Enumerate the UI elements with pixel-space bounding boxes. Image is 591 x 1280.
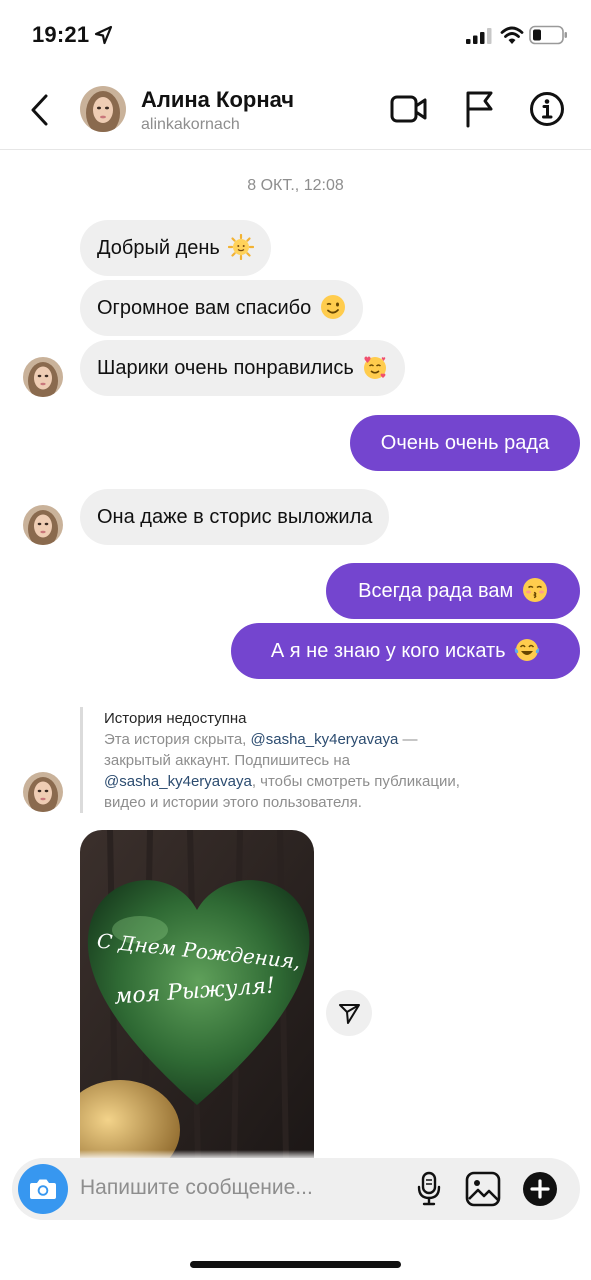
contact-avatar[interactable] [80, 86, 126, 132]
sender-avatar[interactable] [23, 505, 63, 545]
report-flag-icon[interactable] [464, 90, 494, 128]
send-icon [339, 1004, 360, 1024]
message-bubble[interactable]: Добрый день [80, 220, 272, 276]
battery-icon [529, 25, 567, 45]
message-bubble[interactable]: Огромное вам спасибо [80, 280, 363, 336]
message-timestamp: 8 ОКТ., 12:08 [247, 177, 344, 194]
location-arrow-icon [94, 25, 113, 45]
home-indicator[interactable] [190, 1261, 401, 1268]
video-call-icon[interactable] [390, 92, 428, 126]
shared-photo[interactable]: С Днем Рождения, моя Рыжуля! [80, 830, 314, 1160]
sender-avatar[interactable] [23, 772, 63, 812]
info-icon[interactable] [529, 91, 565, 127]
share-photo-button[interactable] [326, 990, 372, 1036]
kissing-face-emoji [522, 577, 547, 602]
tears-of-joy-emoji [514, 638, 540, 661]
story-text-part: Эта история скрыта, [104, 731, 251, 748]
sender-avatar[interactable] [23, 357, 63, 397]
message-input[interactable]: Напишите сообщение... [80, 1176, 313, 1200]
back-arrow-icon[interactable] [28, 92, 52, 128]
message-bubble-own[interactable]: Очень очень рада [350, 415, 580, 471]
chat-header: Алина Корнач alinkakornach [0, 70, 591, 150]
signal-icon [466, 28, 492, 44]
story-text-part: видео и истории этого пользователя. [104, 794, 362, 811]
camera-icon [30, 1179, 56, 1199]
contact-username[interactable]: alinkakornach [141, 116, 240, 134]
story-unavailable-text: Эта история скрыта, @sasha_ky4eryavaya —… [104, 729, 504, 813]
message-bubble[interactable]: Шарики очень понравились [80, 340, 406, 396]
message-bubble[interactable]: Она даже в сторис выложила [80, 489, 390, 545]
winking-face-emoji [320, 294, 345, 319]
story-unavailable-reply[interactable]: История недоступна Эта история скрыта, @… [80, 707, 500, 813]
wifi-icon [500, 26, 524, 44]
microphone-icon[interactable] [416, 1171, 442, 1207]
message-text: Огромное вам спасибо [97, 297, 312, 319]
story-mention-link[interactable]: @sasha_ky4eryavaya [104, 773, 252, 790]
message-text: Очень очень рада [380, 432, 550, 454]
sun-face-emoji [228, 233, 255, 260]
gallery-icon[interactable] [465, 1171, 501, 1207]
message-bubble-own[interactable]: Всегда рада вам [326, 563, 580, 619]
status-time: 19:21 [32, 22, 90, 47]
message-text: Шарики очень понравились [97, 357, 354, 379]
story-text-part: , чтобы смотреть публикации, [251, 773, 460, 790]
smiling-face-with-hearts-emoji [364, 356, 387, 379]
message-bubble-own[interactable]: А я не знаю у кого искать [231, 623, 580, 679]
camera-button[interactable] [18, 1164, 68, 1214]
story-mention-link[interactable]: @sasha_ky4eryavaya [251, 731, 399, 748]
contact-name[interactable]: Алина Корнач [141, 87, 294, 113]
message-composer: Напишите сообщение... [12, 1158, 580, 1220]
message-text: Добрый день [97, 237, 220, 259]
story-text-part: закрытый аккаунт. Подпишитесь на [104, 752, 351, 769]
story-unavailable-title: История недоступна [104, 710, 247, 727]
message-text: А я не знаю у кого искать [270, 640, 506, 662]
message-text: Всегда рада вам [358, 580, 514, 602]
story-text-part: — [398, 731, 418, 748]
message-text: Она даже в сторис выложила [97, 506, 373, 528]
add-plus-icon[interactable] [522, 1171, 558, 1207]
status-bar: 19:21 [0, 0, 591, 70]
